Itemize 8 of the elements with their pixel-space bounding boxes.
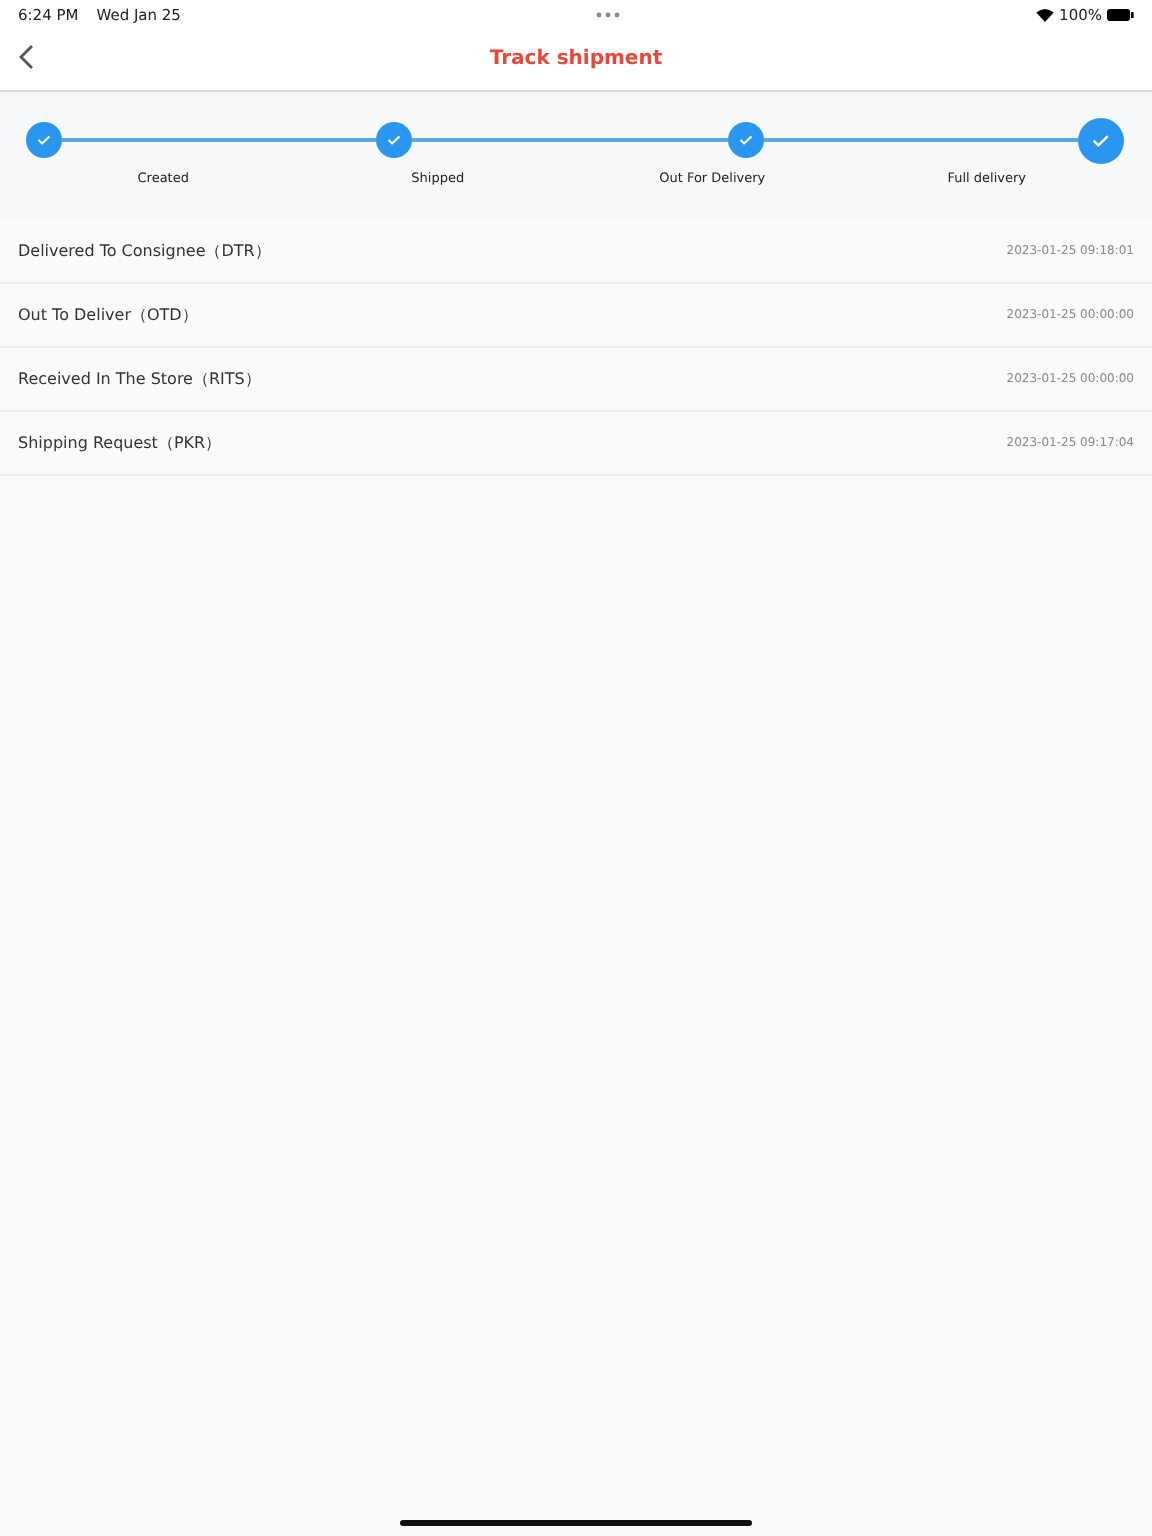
event-status: Shipping Request（PKR）	[18, 432, 222, 454]
more-icon	[596, 11, 620, 17]
event-status: Out To Deliver（OTD）	[18, 304, 198, 326]
event-status: Received In The Store（RITS）	[18, 368, 261, 390]
event-status: Delivered To Consignee（DTR）	[18, 240, 271, 262]
battery-icon	[1106, 7, 1134, 21]
wifi-icon	[1035, 7, 1054, 21]
page-title: Track shipment	[489, 48, 663, 70]
